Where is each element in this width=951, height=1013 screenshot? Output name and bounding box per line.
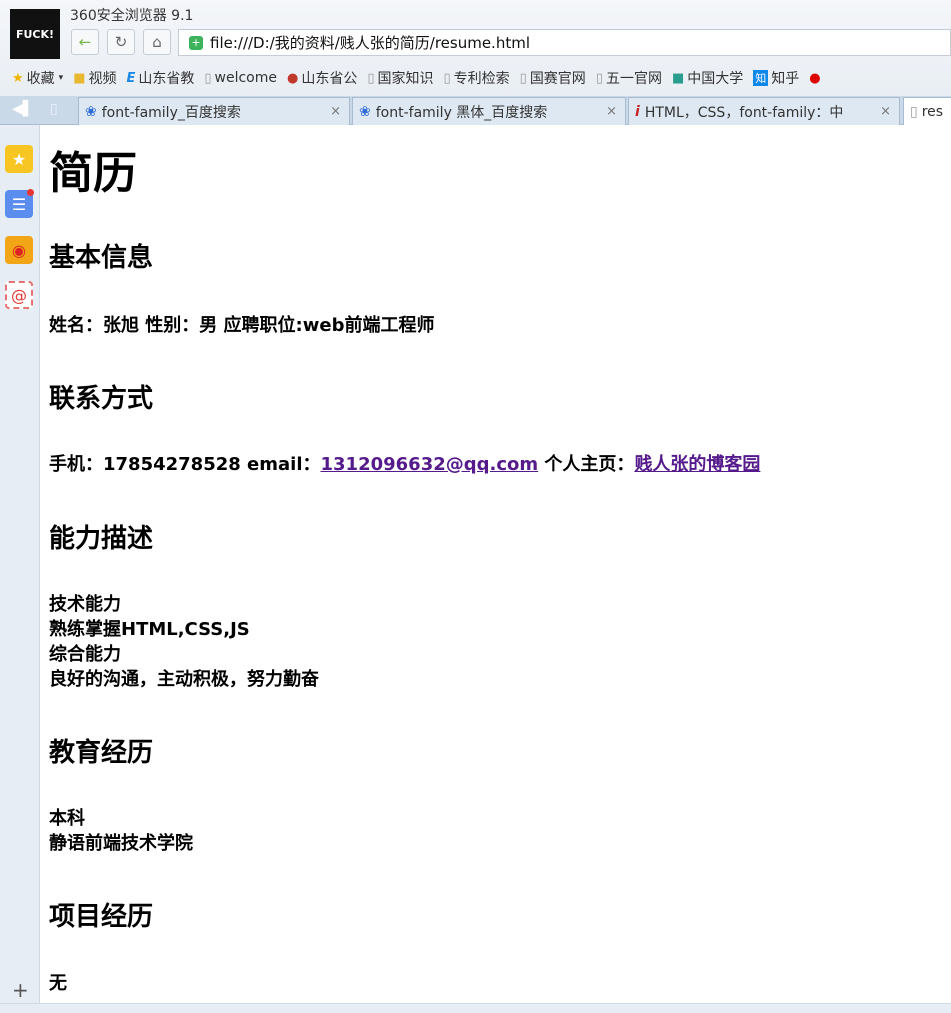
back-button[interactable]: ← [71, 29, 99, 55]
bookmark-video[interactable]: ■ 视频 [73, 68, 116, 88]
mobile-icon[interactable]: ▯ [50, 101, 58, 117]
browser-chrome: FUCK! 360安全浏览器 9.1 ← ↻ ⌂ + file:///D:/我的… [0, 0, 951, 96]
favorites-star-icon[interactable]: ★ [5, 145, 33, 173]
bookmark-label: 知乎 [771, 71, 800, 87]
bookmark-label: welcome [214, 70, 277, 86]
sidebar: ★ ☰ ◉ @ + [0, 125, 40, 1013]
bookmark-label: 收藏 [26, 71, 55, 87]
app-title: 360安全浏览器 9.1 [70, 8, 194, 24]
page-icon: ▯ [595, 70, 603, 86]
ability-line: 熟练掌握HTML,CSS,JS [49, 619, 250, 640]
homepage-label: 个人主页： [538, 454, 635, 475]
emblem-icon: ● [287, 70, 299, 86]
bookmark-label: 专利检索 [453, 71, 510, 87]
education-line: 本科 [49, 808, 85, 829]
bookmarks-bar: ★ 收藏 ▾ ■ 视频 E 山东省教 ▯ welcome ● 山东省公 ▯ 国家知识 ▯ 专利检… [12, 64, 951, 92]
book-icon: ■ [671, 70, 685, 86]
education-text: 本科 静语前端技术学院 [49, 806, 193, 856]
zhihu-icon: 知 [753, 70, 769, 86]
bookmark-zhihu[interactable]: 知知乎 [753, 68, 799, 88]
tab-close-icon[interactable]: × [880, 104, 891, 119]
page-icon: ▯ [519, 70, 527, 86]
bookmark-label: 视频 [88, 71, 117, 87]
project-text: 无 [49, 973, 67, 994]
bookmark-label: 国家知识 [377, 71, 434, 87]
weibo-icon[interactable]: ◉ [5, 236, 33, 264]
refresh-button[interactable]: ↻ [107, 29, 135, 55]
notification-dot [27, 189, 34, 196]
security-shield-icon: + [189, 35, 203, 50]
bookmark-label: 山东省教 [138, 71, 195, 87]
folder-icon: ■ [73, 70, 86, 86]
ability-heading: 能力描述 [49, 524, 154, 554]
tab-bar: ◀▌ ▯ ❀ font-family_百度搜索 × ❀ font-family 黑体_… [0, 96, 951, 125]
page-icon: ▯ [443, 70, 451, 86]
bookmark-label: 山东省公 [301, 71, 358, 87]
redhat-icon: ● [809, 70, 821, 86]
email-link[interactable]: 1312096632@qq.com [321, 454, 539, 475]
tab-html-css[interactable]: i HTML，CSS，font-family：中 × [628, 97, 900, 125]
bookmark-more[interactable]: ● [809, 71, 823, 86]
page-icon: ▯ [910, 103, 918, 120]
phone-email-label: 手机：17854278528 email： [49, 454, 321, 475]
baidu-paw-icon: ❀ [85, 103, 97, 120]
page-icon: ▯ [204, 70, 212, 86]
tab-label: font-family_百度搜索 [101, 104, 241, 121]
tab-font-family-heiti[interactable]: ❀ font-family 黑体_百度搜索 × [352, 97, 626, 125]
page-title: 简历 [49, 148, 137, 199]
education-heading: 教育经历 [49, 738, 154, 768]
bookmark-label: 中国大学 [687, 71, 744, 87]
sidebar-toggle-icon[interactable]: ◀▌ [12, 101, 34, 117]
contact-text: 手机：17854278528 email：1312096632@qq.com 个… [49, 452, 760, 477]
bookmark-label: 国赛官网 [529, 71, 586, 87]
bookmark-label: 五一官网 [605, 71, 662, 87]
tab-resume[interactable]: ▯ res [903, 97, 951, 125]
i-icon: i [635, 103, 640, 120]
status-bar [0, 1003, 951, 1013]
bookmark-wuyi[interactable]: ▯ 五一官网 [596, 68, 662, 88]
star-icon: ★ [12, 70, 24, 86]
ability-line: 综合能力 [49, 644, 121, 665]
home-button[interactable]: ⌂ [143, 29, 171, 55]
browser-logo: FUCK! [10, 9, 60, 59]
tab-label: HTML，CSS，font-family：中 [644, 104, 844, 121]
bookmark-sdgg[interactable]: ● 山东省公 [287, 68, 357, 88]
ability-text: 技术能力 熟练掌握HTML,CSS,JS 综合能力 良好的沟通，主动积极，努力勤… [49, 592, 319, 692]
mail-icon[interactable]: @ [5, 281, 33, 309]
bookmark-guosai[interactable]: ▯ 国赛官网 [520, 68, 586, 88]
homepage-link[interactable]: 贱人张的博客园 [634, 454, 760, 475]
tab-label: res [921, 103, 944, 120]
bookmark-patent[interactable]: ▯ 专利检索 [444, 68, 510, 88]
project-heading: 项目经历 [49, 902, 154, 932]
bookmark-cnki[interactable]: ▯ 国家知识 [367, 68, 433, 88]
basic-info-heading: 基本信息 [49, 243, 154, 273]
education-line: 静语前端技术学院 [49, 833, 193, 854]
url-text: file:///D:/我的资料/贱人张的简历/resume.html [210, 34, 530, 52]
tab-close-icon[interactable]: × [606, 104, 617, 119]
add-icon[interactable]: + [12, 978, 29, 1002]
e-icon: E [126, 70, 136, 86]
ability-line: 技术能力 [49, 594, 121, 615]
tab-close-icon[interactable]: × [330, 104, 341, 119]
baidu-paw-icon: ❀ [359, 103, 371, 120]
bookmark-welcome[interactable]: ▯ welcome [204, 70, 277, 86]
address-bar[interactable]: + file:///D:/我的资料/贱人张的简历/resume.html [178, 29, 951, 56]
tab-font-family-baidu[interactable]: ❀ font-family_百度搜索 × [78, 97, 350, 125]
tab-label: font-family 黑体_百度搜索 [375, 104, 548, 121]
contact-heading: 联系方式 [49, 384, 154, 414]
bookmark-sdjy[interactable]: E 山东省教 [126, 68, 194, 88]
bookmark-favorites[interactable]: ★ 收藏 ▾ [12, 68, 63, 88]
bookmark-mooc[interactable]: ■ 中国大学 [672, 68, 743, 88]
page-icon: ▯ [367, 70, 375, 86]
ability-line: 良好的沟通，主动积极，努力勤奋 [49, 669, 319, 690]
basic-info-text: 姓名：张旭 性别：男 应聘职位:web前端工程师 [49, 315, 435, 336]
